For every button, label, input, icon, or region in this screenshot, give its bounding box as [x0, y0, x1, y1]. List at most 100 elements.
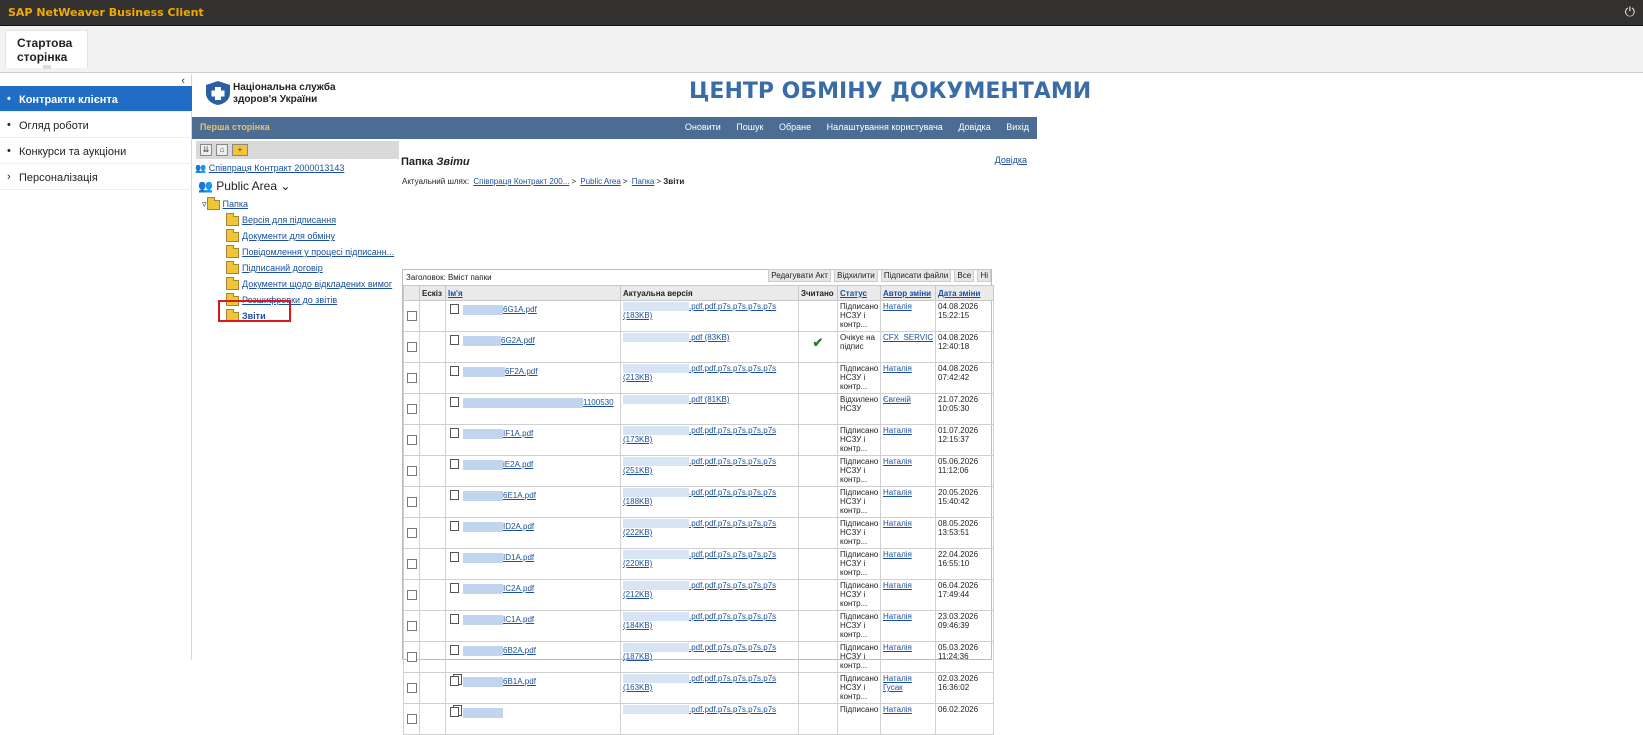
author-link[interactable]: Наталія [883, 643, 912, 652]
document-name-link[interactable]: 1100530 [583, 398, 614, 407]
version-size-link[interactable]: (173KB) [623, 435, 652, 444]
document-name-link[interactable]: 6B1A.pdf [503, 677, 536, 686]
table-row[interactable]: 1100530 .pdf (81KB) Відхилено НСЗУ Євгеній 2… [403, 393, 994, 425]
version-link[interactable]: .pdf.pdf.p7s.p7s.p7s.p7s [689, 674, 776, 683]
version-link[interactable]: .pdf.pdf.p7s.p7s.p7s.p7s [689, 550, 776, 559]
author-link[interactable]: Євгеній [883, 395, 911, 404]
breadcrumb-item[interactable]: Public Area [580, 177, 620, 186]
version-link[interactable]: .pdf.pdf.p7s.p7s.p7s.p7s [689, 302, 776, 311]
expand-all-icon[interactable]: ⇊ [200, 144, 212, 156]
document-name-link[interactable]: IC1A.pdf [503, 615, 534, 624]
version-size-link[interactable]: (212KB) [623, 590, 652, 599]
table-row[interactable]: .pdf.pdf.p7s.p7s.p7s.p7s Підписано Наталія… [403, 703, 994, 735]
column-header-name[interactable]: Ім'я [445, 285, 621, 301]
row-checkbox[interactable] [407, 621, 417, 631]
tree-folder-link[interactable]: Підписаний договір [242, 263, 323, 273]
tree-contract[interactable]: 👥 Співпраця Контракт 2000013143 [195, 163, 344, 174]
row-checkbox[interactable] [407, 342, 417, 352]
version-link[interactable]: .pdf.pdf.p7s.p7s.p7s.p7s [689, 612, 776, 621]
tree-folder-link[interactable]: Версія для підписання [242, 215, 336, 225]
document-name-link[interactable]: IF1A.pdf [503, 429, 533, 438]
help-link[interactable]: Довідка [958, 122, 990, 132]
tree-folder-link[interactable]: Документи щодо відкладених вимог [242, 279, 392, 289]
version-link[interactable]: .pdf.pdf.p7s.p7s.p7s.p7s [689, 519, 776, 528]
table-row[interactable]: IC1A.pdf .pdf.pdf.p7s.p7s.p7s.p7s (184KB) П… [403, 610, 994, 642]
document-name-link[interactable]: 6G2A.pdf [501, 336, 535, 345]
sign-files-button[interactable]: Підписати файли [880, 269, 952, 282]
tree-folder-item[interactable]: Документи щодо відкладених вимог [226, 276, 392, 290]
column-header-author[interactable]: Автор зміни [880, 285, 936, 301]
nav-item-client-contracts[interactable]: • Контракти клієнта [0, 86, 192, 112]
author-link[interactable]: CFX_SERVIC [883, 333, 933, 342]
tree-root-folder[interactable]: ▿ Папка [202, 196, 249, 210]
table-row[interactable]: ID1A.pdf .pdf.pdf.p7s.p7s.p7s.p7s (220KB) П… [403, 548, 994, 580]
version-link[interactable]: .pdf.pdf.p7s.p7s.p7s.p7s [689, 705, 776, 714]
tree-public-area[interactable]: 👥 Public Area ⌄ [198, 179, 290, 193]
power-icon[interactable]: ⏻ [1625, 4, 1635, 20]
column-header-status[interactable]: Статус [837, 285, 881, 301]
row-checkbox[interactable] [407, 590, 417, 600]
tree-folder-item[interactable]: Підписаний договір [226, 260, 323, 274]
deselect-all-button[interactable]: Ні [977, 269, 991, 282]
nav-item-work-overview[interactable]: • Огляд роботи [0, 112, 192, 138]
version-size-link[interactable]: (184KB) [623, 621, 652, 630]
reject-button[interactable]: Відхилити [834, 269, 878, 282]
version-link[interactable]: .pdf.pdf.p7s.p7s.p7s.p7s [689, 581, 776, 590]
table-row[interactable]: IF1A.pdf .pdf.pdf.p7s.p7s.p7s.p7s (173KB) П… [403, 424, 994, 456]
author-link[interactable]: Наталія [883, 705, 912, 714]
version-link[interactable]: .pdf.pdf.p7s.p7s.p7s.p7s [689, 457, 776, 466]
author-link[interactable]: Наталія [883, 581, 912, 590]
version-size-link[interactable]: (163KB) [623, 683, 652, 692]
row-checkbox[interactable] [407, 435, 417, 445]
author-link[interactable]: Наталія [883, 364, 912, 373]
help-link[interactable]: Довідка [995, 155, 1027, 165]
table-row[interactable]: 6E1A.pdf .pdf.pdf.p7s.p7s.p7s.p7s (188KB) П… [403, 486, 994, 518]
table-row[interactable]: 6B1A.pdf .pdf.pdf.p7s.p7s.p7s.p7s (163KB) П… [403, 672, 994, 704]
tree-folder-item[interactable]: Повідомлення у процесі підписанн... [226, 244, 394, 258]
tree-folder-link[interactable]: Документи для обміну [242, 231, 335, 241]
version-link[interactable]: .pdf (83KB) [689, 333, 729, 342]
version-link[interactable]: .pdf.pdf.p7s.p7s.p7s.p7s [689, 426, 776, 435]
version-link[interactable]: .pdf.pdf.p7s.p7s.p7s.p7s [689, 364, 776, 373]
user-settings-link[interactable]: Налаштування користувача [827, 122, 943, 132]
author-link[interactable]: Наталія [883, 519, 912, 528]
row-checkbox[interactable] [407, 373, 417, 383]
tree-folder-item[interactable]: Версія для підписання [226, 212, 336, 226]
table-row[interactable]: ID2A.pdf .pdf.pdf.p7s.p7s.p7s.p7s (222KB) П… [403, 517, 994, 549]
version-link[interactable]: .pdf.pdf.p7s.p7s.p7s.p7s [689, 488, 776, 497]
select-all-button[interactable]: Все [954, 269, 975, 282]
author-link[interactable]: Наталія [883, 550, 912, 559]
document-name-link[interactable]: 6B2A.pdf [503, 646, 536, 655]
tree-folder-item[interactable]: Документи для обміну [226, 228, 335, 242]
version-link[interactable]: .pdf (81KB) [689, 395, 729, 404]
version-size-link[interactable]: (222KB) [623, 528, 652, 537]
tree-root-link[interactable]: Папка [223, 199, 249, 209]
row-checkbox[interactable] [407, 404, 417, 414]
author-link[interactable]: Наталія [883, 302, 912, 311]
document-name-link[interactable]: IC2A.pdf [503, 584, 534, 593]
version-link[interactable]: .pdf.pdf.p7s.p7s.p7s.p7s [689, 643, 776, 652]
table-row[interactable]: 6F2A.pdf .pdf.pdf.p7s.p7s.p7s.p7s (213KB) П… [403, 362, 994, 394]
breadcrumb-item[interactable]: Папка [632, 177, 655, 186]
nav-item-personalization[interactable]: › Персоналізація [0, 164, 192, 190]
tab-home[interactable]: Стартова сторінка [5, 30, 88, 69]
refresh-link[interactable]: Оновити [685, 122, 721, 132]
row-checkbox[interactable] [407, 497, 417, 507]
breadcrumb-item[interactable]: Співпраця Контракт 200... [473, 177, 569, 186]
table-row[interactable]: 6G2A.pdf .pdf (83KB) ✔ Очікує на підпис CFX_… [403, 331, 994, 363]
row-checkbox[interactable] [407, 683, 417, 693]
logout-link[interactable]: Вихід [1006, 122, 1029, 132]
row-checkbox[interactable] [407, 559, 417, 569]
author-link[interactable]: Наталія [883, 457, 912, 466]
table-row[interactable]: iE2A.pdf .pdf.pdf.p7s.p7s.p7s.p7s (251KB) П… [403, 455, 994, 487]
nav-item-tenders[interactable]: • Конкурси та аукціони [0, 138, 192, 164]
version-size-link[interactable]: (213KB) [623, 373, 652, 382]
author-link[interactable]: Наталія [883, 488, 912, 497]
new-folder-icon[interactable]: + [232, 144, 248, 156]
document-name-link[interactable]: 6F2A.pdf [505, 367, 537, 376]
document-name-link[interactable]: iE2A.pdf [503, 460, 533, 469]
author-link[interactable]: Наталія [883, 612, 912, 621]
row-checkbox[interactable] [407, 714, 417, 724]
version-size-link[interactable]: (188KB) [623, 497, 652, 506]
table-row[interactable]: IC2A.pdf .pdf.pdf.p7s.p7s.p7s.p7s (212KB) П… [403, 579, 994, 611]
